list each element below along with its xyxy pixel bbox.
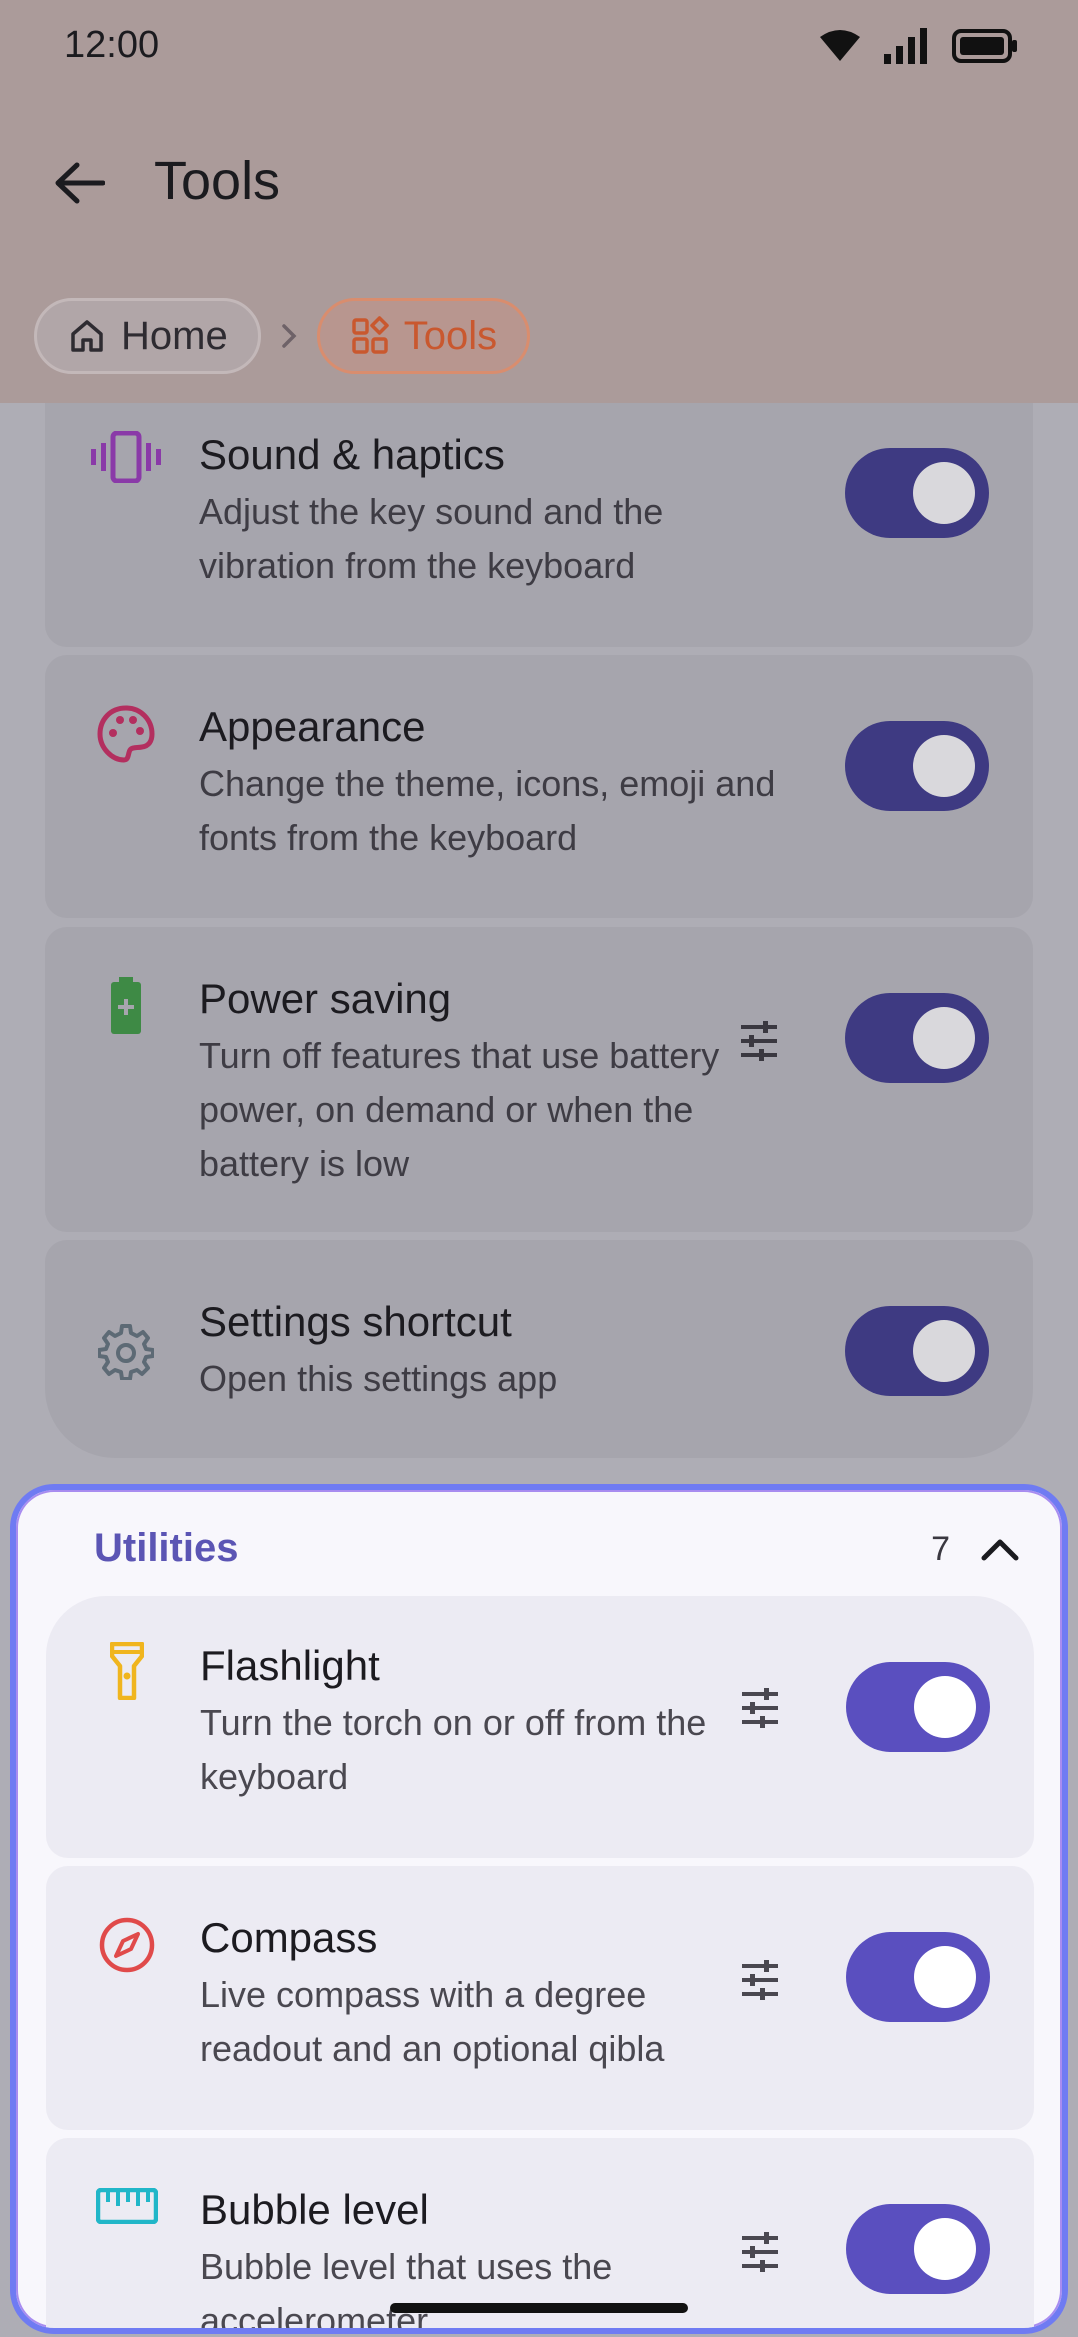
setting-title: Settings shortcut (199, 1298, 512, 1345)
chevron-right-icon (261, 298, 317, 374)
back-button[interactable] (44, 148, 114, 218)
compass-toggle[interactable] (846, 1932, 990, 2022)
settings-shortcut-toggle[interactable] (845, 1306, 989, 1396)
status-icons (818, 28, 1018, 64)
setting-description: Turn off features that use battery power… (199, 1035, 720, 1184)
ruler-icon (88, 2188, 166, 2266)
tune-icon[interactable] (737, 1019, 781, 1063)
utility-description: Turn the torch on or off from the keyboa… (200, 1702, 707, 1797)
utility-title: Bubble level (200, 2186, 429, 2233)
utility-description: Bubble level that uses the accelerometer (200, 2246, 613, 2334)
utility-card-flashlight[interactable]: Flashlight Turn the torch on or off from… (46, 1596, 1034, 1858)
setting-card-power-saving[interactable]: Power saving Turn off features that use … (45, 927, 1033, 1232)
gear-icon (87, 1324, 165, 1402)
utility-title: Flashlight (200, 1642, 380, 1689)
setting-card-settings-shortcut[interactable]: Settings shortcut Open this settings app (45, 1240, 1033, 1458)
breadcrumb-home-label: Home (121, 313, 228, 358)
page-title: Tools (154, 151, 281, 211)
wifi-icon (820, 30, 860, 61)
utility-description: Live compass with a degree readout and a… (200, 1974, 665, 2069)
tune-icon[interactable] (738, 2230, 782, 2274)
setting-description: Open this settings app (199, 1358, 558, 1399)
power-saving-toggle[interactable] (845, 993, 989, 1083)
signal-icon (884, 28, 927, 64)
compass-icon (88, 1916, 166, 1994)
grid-icon (351, 316, 389, 354)
utility-title: Compass (200, 1914, 378, 1961)
flashlight-toggle[interactable] (846, 1662, 990, 1752)
breadcrumb-tools-label: Tools (403, 313, 498, 358)
sound-haptics-toggle[interactable] (845, 448, 989, 538)
breadcrumb-home-chip[interactable]: Home (34, 298, 261, 374)
home-indicator[interactable] (390, 2303, 688, 2313)
setting-description: Change the theme, icons, emoji and fonts… (199, 763, 776, 858)
setting-card-appearance[interactable]: Appearance Change the theme, icons, emoj… (45, 655, 1033, 918)
status-time: 12:00 (64, 24, 160, 66)
setting-description: Adjust the key sound and the vibration f… (199, 491, 664, 586)
setting-title: Appearance (199, 703, 426, 750)
home-icon (71, 320, 103, 352)
breadcrumb-tools-chip[interactable]: Tools (316, 298, 531, 374)
palette-icon (87, 705, 165, 783)
setting-title: Sound & haptics (199, 431, 505, 478)
battery-saver-icon (87, 977, 165, 1055)
vibration-icon (87, 431, 165, 509)
item-count-badge: 7 (931, 1530, 950, 1568)
setting-card-sound-haptics[interactable]: Sound & haptics Adjust the key sound and… (45, 403, 1033, 647)
tune-icon[interactable] (738, 1686, 782, 1730)
section-title: Utilities (94, 1526, 239, 1570)
chevron-up-icon[interactable] (978, 1528, 1022, 1572)
setting-title: Power saving (199, 975, 452, 1022)
bubble-level-toggle[interactable] (846, 2204, 990, 2294)
arrow-back-icon (55, 162, 105, 204)
flashlight-icon (88, 1642, 166, 1720)
appearance-toggle[interactable] (845, 721, 989, 811)
utilities-section: Utilities 7 Flashlight Turn the torch on… (10, 1484, 1068, 2334)
breadcrumb: Home Tools (34, 298, 531, 374)
tune-icon[interactable] (738, 1958, 782, 2002)
battery-icon (952, 29, 1017, 63)
top-app-bar: 12:00 Tools Home Tools (0, 0, 1078, 403)
utility-card-compass[interactable]: Compass Live compass with a degree reado… (46, 1866, 1034, 2130)
